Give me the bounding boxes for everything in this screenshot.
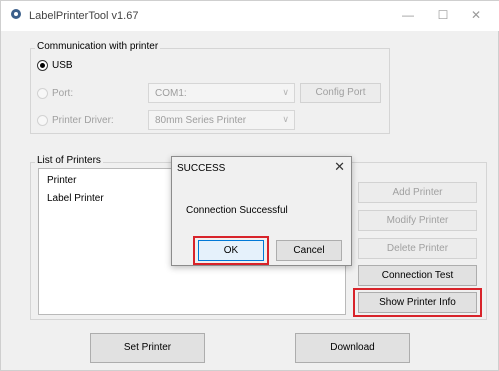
chevron-down-icon: ∨ [282, 87, 289, 97]
add-printer-button[interactable]: Add Printer [358, 182, 477, 203]
port-radio[interactable] [37, 88, 48, 99]
success-dialog: SUCCESS ✕ Connection Successful OK Cance… [171, 156, 352, 266]
close-icon[interactable]: ✕ [334, 159, 345, 175]
driver-select[interactable]: 80mm Series Printer ∨ [148, 110, 295, 130]
driver-label: Printer Driver: [52, 115, 114, 126]
dialog-title: SUCCESS [177, 163, 226, 174]
gear-icon [11, 9, 21, 19]
port-select[interactable]: COM1: ∨ [148, 83, 295, 103]
communication-legend: Communication with printer [35, 41, 161, 52]
window-title: LabelPrinterTool v1.67 [29, 10, 139, 22]
port-value: COM1: [155, 88, 187, 99]
usb-radio[interactable] [37, 60, 48, 71]
connection-test-button[interactable]: Connection Test [358, 265, 477, 286]
cancel-button[interactable]: Cancel [276, 240, 342, 261]
close-button[interactable]: ✕ [464, 5, 488, 25]
chevron-down-icon: ∨ [282, 114, 289, 124]
download-button[interactable]: Download [295, 333, 410, 363]
dialog-message: Connection Successful [186, 205, 288, 216]
port-label: Port: [52, 88, 74, 99]
driver-value: 80mm Series Printer [155, 115, 247, 126]
delete-printer-button[interactable]: Delete Printer [358, 238, 477, 259]
ok-button[interactable]: OK [198, 240, 264, 261]
main-window: LabelPrinterTool v1.67 — ☐ ✕ Communicati… [0, 0, 499, 371]
maximize-button[interactable]: ☐ [431, 5, 455, 25]
usb-label: USB [52, 60, 73, 71]
title-bar: LabelPrinterTool v1.67 — ☐ ✕ [1, 1, 499, 31]
config-port-button[interactable]: Config Port [300, 83, 381, 103]
list-item[interactable]: Label Printer [47, 193, 104, 204]
minimize-button[interactable]: — [396, 5, 420, 25]
printers-legend: List of Printers [35, 155, 103, 166]
set-printer-button[interactable]: Set Printer [90, 333, 205, 363]
driver-radio[interactable] [37, 115, 48, 126]
list-header: Printer [47, 175, 77, 186]
modify-printer-button[interactable]: Modify Printer [358, 210, 477, 231]
show-printer-info-button[interactable]: Show Printer Info [358, 292, 477, 313]
